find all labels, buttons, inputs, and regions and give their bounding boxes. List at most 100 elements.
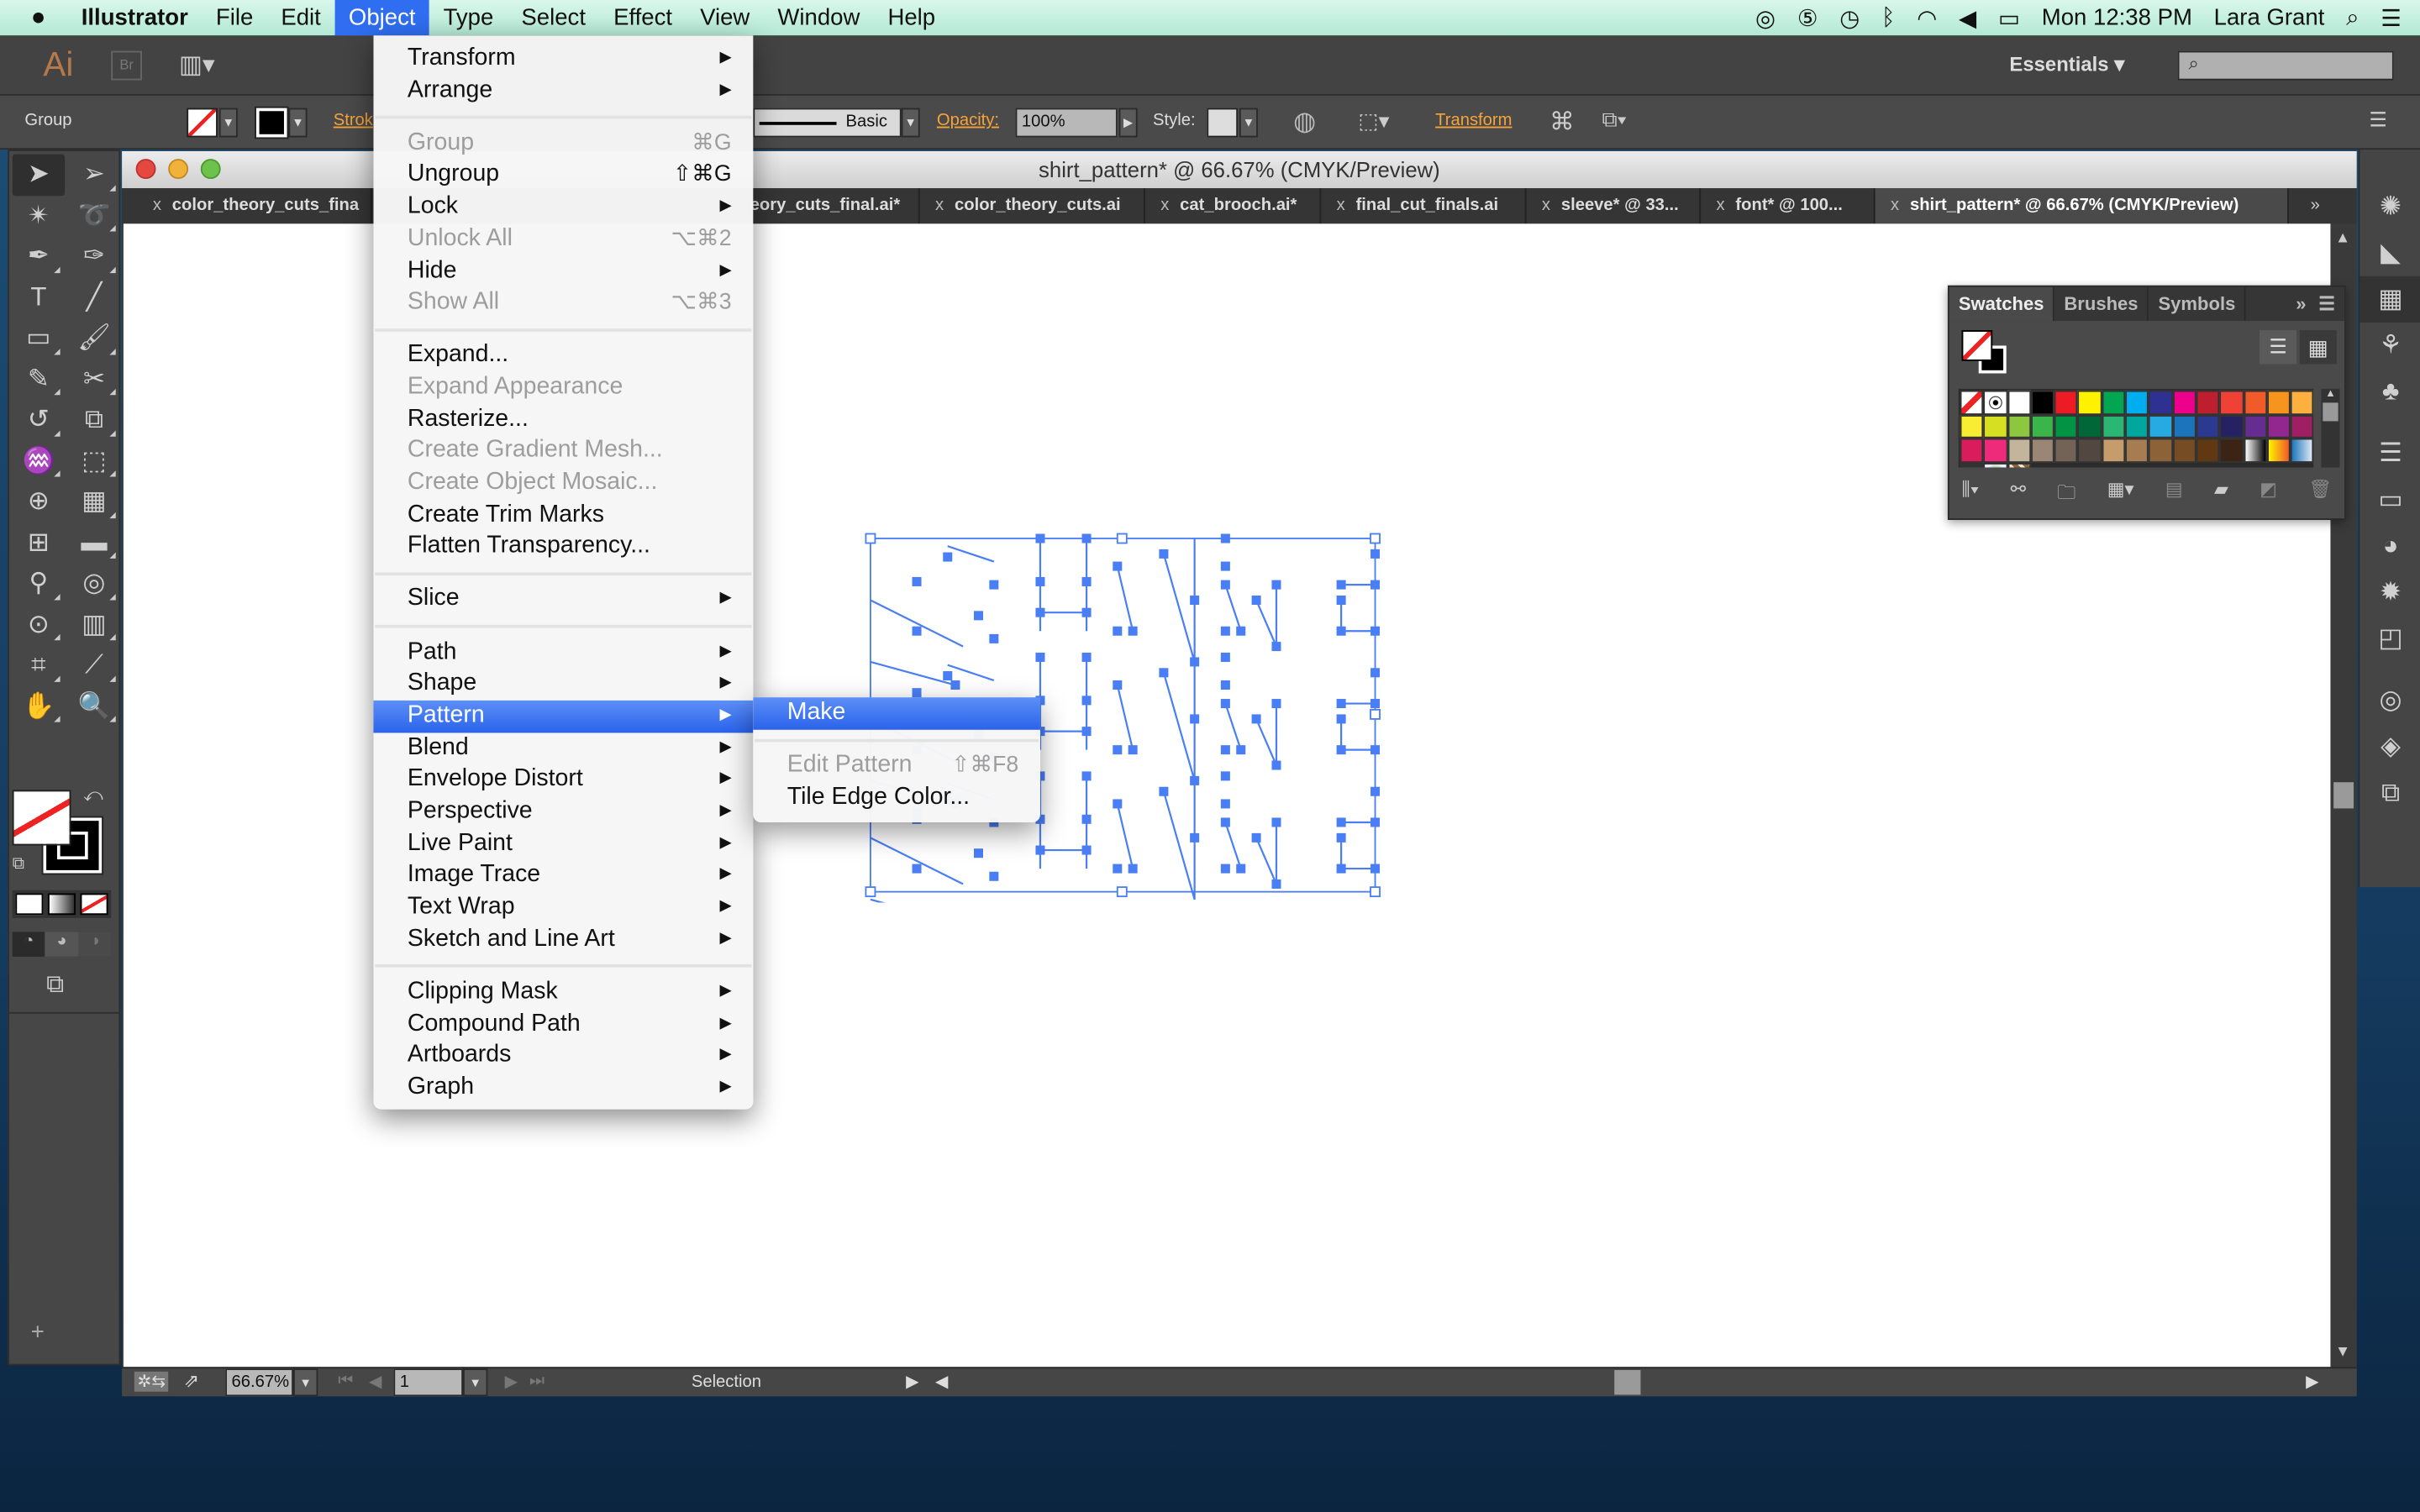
direct-selection-tool-icon[interactable]: ➢ [68, 155, 120, 196]
show-kinds-icon[interactable]: ⚯ [2011, 478, 2026, 511]
creative-cloud-icon[interactable]: ◎ [1755, 4, 1776, 31]
artboard-field[interactable]: 1 [393, 1368, 464, 1397]
menu-item-envelope-distort[interactable]: Envelope Distort ▶ [373, 764, 753, 796]
doc-tab[interactable]: eory_cuts_final.ai* [750, 188, 920, 224]
5-icon[interactable]: ⑤ [1797, 4, 1818, 31]
swatch[interactable] [1960, 390, 1984, 415]
menu-item-ungroup[interactable]: Ungroup ⇧⌘G [373, 160, 753, 192]
menu-item-artboards[interactable]: Artboards ▶ [373, 1040, 753, 1072]
swatch[interactable] [2078, 414, 2102, 438]
swatch-scrollbar[interactable]: ▲ [2321, 388, 2340, 468]
zoom-field[interactable]: 66.67% [225, 1368, 293, 1397]
menu-item-compound-path[interactable]: Compound Path ▶ [373, 1008, 753, 1040]
symbol-sprayer-tool-icon[interactable]: ⊙ [13, 604, 65, 645]
shape-builder-tool-icon[interactable]: ⊕ [13, 481, 65, 522]
scroll-left-icon[interactable]: ◀ [935, 1372, 949, 1392]
rotate-tool-icon[interactable]: ↺ [13, 400, 65, 441]
menu-item-tile-edge-color[interactable]: Tile Edge Color... [753, 782, 1040, 814]
swatch[interactable] [2102, 414, 2126, 438]
swatch[interactable] [2102, 390, 2126, 415]
pencil-tool-icon[interactable]: ✎ [13, 359, 65, 400]
fill-color-box[interactable] [12, 790, 71, 846]
previous-artboard-icon[interactable]: ◀ [369, 1372, 382, 1392]
graphic-styles-icon[interactable]: ◰ [2360, 616, 2420, 662]
magic-wand-tool-icon[interactable]: ✴ [13, 195, 65, 236]
menu-select[interactable]: Select [508, 0, 600, 35]
warp-tool-icon[interactable]: ♒ [13, 440, 65, 481]
swatch[interactable] [1960, 462, 1984, 468]
bridge-button[interactable]: Br [111, 50, 142, 81]
artboard-tool-icon[interactable]: ⌗ [13, 645, 65, 686]
menu-file[interactable]: File [202, 0, 266, 35]
add-panel-icon[interactable]: + [31, 1319, 45, 1345]
style-dropdown[interactable]: ▼ [1239, 108, 1258, 138]
menu-item-flatten-transparency[interactable]: Flatten Transparency... [373, 532, 753, 564]
menu-item-lock[interactable]: Lock ▶ [373, 192, 753, 223]
menu-item-unlock-all[interactable]: Unlock All ⌥⌘2 [373, 223, 753, 255]
swatch[interactable] [2149, 438, 2173, 463]
swatch[interactable] [2243, 414, 2267, 438]
brushes-icon[interactable]: ⚘ [2360, 323, 2420, 369]
draw-inside-button[interactable]: ◑ [78, 932, 112, 957]
tab-symbols[interactable]: Symbols [2149, 286, 2247, 322]
list-view-button[interactable]: ☰ [2259, 330, 2297, 365]
lasso-tool-icon[interactable]: ➰ [68, 195, 120, 236]
stroke-profile-dropdown[interactable]: ▼ [901, 108, 920, 138]
doc-tab[interactable]: x final_cut_finals.ai [1321, 188, 1527, 224]
menu-view[interactable]: View [687, 0, 764, 35]
paintbrush-tool-icon[interactable]: 🖌 [68, 318, 120, 359]
stroke-dropdown[interactable]: ▼ [288, 108, 308, 138]
collapse-panel-icon[interactable]: » [2296, 287, 2318, 321]
swatch[interactable] [2149, 390, 2173, 415]
zoom-dropdown[interactable]: ▼ [292, 1368, 318, 1397]
draw-normal-button[interactable]: ◔ [12, 932, 45, 957]
scale-tool-icon[interactable]: ⧉ [68, 400, 120, 441]
gpu-performance-icon[interactable]: ✲⇆ [134, 1371, 170, 1392]
swatch[interactable] [2219, 438, 2244, 463]
fill-swatch[interactable] [187, 108, 218, 138]
zoom-button[interactable] [200, 159, 221, 180]
more-tabs-icon[interactable]: » [2311, 188, 2320, 223]
menu-item-create-gradient-mesh[interactable]: Create Gradient Mesh... [373, 436, 753, 468]
layers-icon[interactable]: ◈ [2360, 723, 2420, 769]
user-name[interactable]: Lara Grant [2214, 5, 2325, 31]
close-tab-icon[interactable]: x [1716, 196, 1724, 214]
color-icon[interactable]: ◣ [2360, 230, 2420, 276]
notification-center-icon[interactable]: ☰ [2381, 4, 2402, 31]
scroll-up-icon[interactable]: ▲ [2321, 389, 2339, 400]
menu-item-arrange[interactable]: Arrange ▶ [373, 75, 753, 107]
new-swatch-icon[interactable]: ◩ [2260, 478, 2277, 511]
search-input[interactable]: ⌕ [2177, 50, 2394, 81]
menu-type[interactable]: Type [429, 0, 508, 35]
clock[interactable]: Mon 12:38 PM [2042, 5, 2192, 31]
menu-item-group[interactable]: Group ⌘G [373, 128, 753, 160]
cc-library-icon[interactable]: 🗀 [2057, 478, 2075, 511]
opacity-arrow[interactable]: ▶ [1118, 108, 1138, 138]
color-guide-icon[interactable]: ✺ [2360, 184, 2420, 230]
swatch[interactable] [2172, 438, 2196, 463]
panel-menu-icon[interactable]: ☰ [2369, 108, 2386, 133]
swatch[interactable] [2102, 438, 2126, 463]
default-fill-stroke-icon[interactable]: ⧉ [13, 855, 24, 875]
scroll-up-icon[interactable]: ▲ [2335, 230, 2350, 247]
artboard-dropdown[interactable]: ▼ [463, 1368, 488, 1397]
spotlight-icon[interactable]: ⌕ [2346, 5, 2359, 31]
close-tab-icon[interactable]: x [1542, 196, 1550, 214]
menu-item-slice[interactable]: Slice ▶ [373, 584, 753, 616]
opacity-link[interactable]: Opacity: [937, 111, 999, 129]
minimize-button[interactable] [168, 159, 189, 180]
line-segment-tool-icon[interactable]: ╱ [68, 277, 120, 318]
pen-tool-icon[interactable]: ✒ [13, 236, 65, 277]
gradient-icon[interactable]: ▭ [2360, 477, 2420, 523]
arrange-documents-icon[interactable]: ▥▾ [179, 50, 215, 81]
perspective-grid-tool-icon[interactable]: ▦ [68, 481, 120, 522]
symbols-icon[interactable]: ♣ [2360, 369, 2420, 415]
swatch[interactable] [1983, 462, 2007, 468]
blend-tool-icon[interactable]: ◎ [68, 563, 120, 604]
swatch[interactable] [2054, 414, 2079, 438]
stroke-swatch[interactable] [255, 106, 289, 139]
first-artboard-icon[interactable]: ⏮ [338, 1372, 353, 1392]
swatch[interactable] [2007, 414, 2031, 438]
distribute-icon[interactable]: ⧉▾ [1602, 107, 1627, 133]
swatch[interactable] [2266, 414, 2291, 438]
